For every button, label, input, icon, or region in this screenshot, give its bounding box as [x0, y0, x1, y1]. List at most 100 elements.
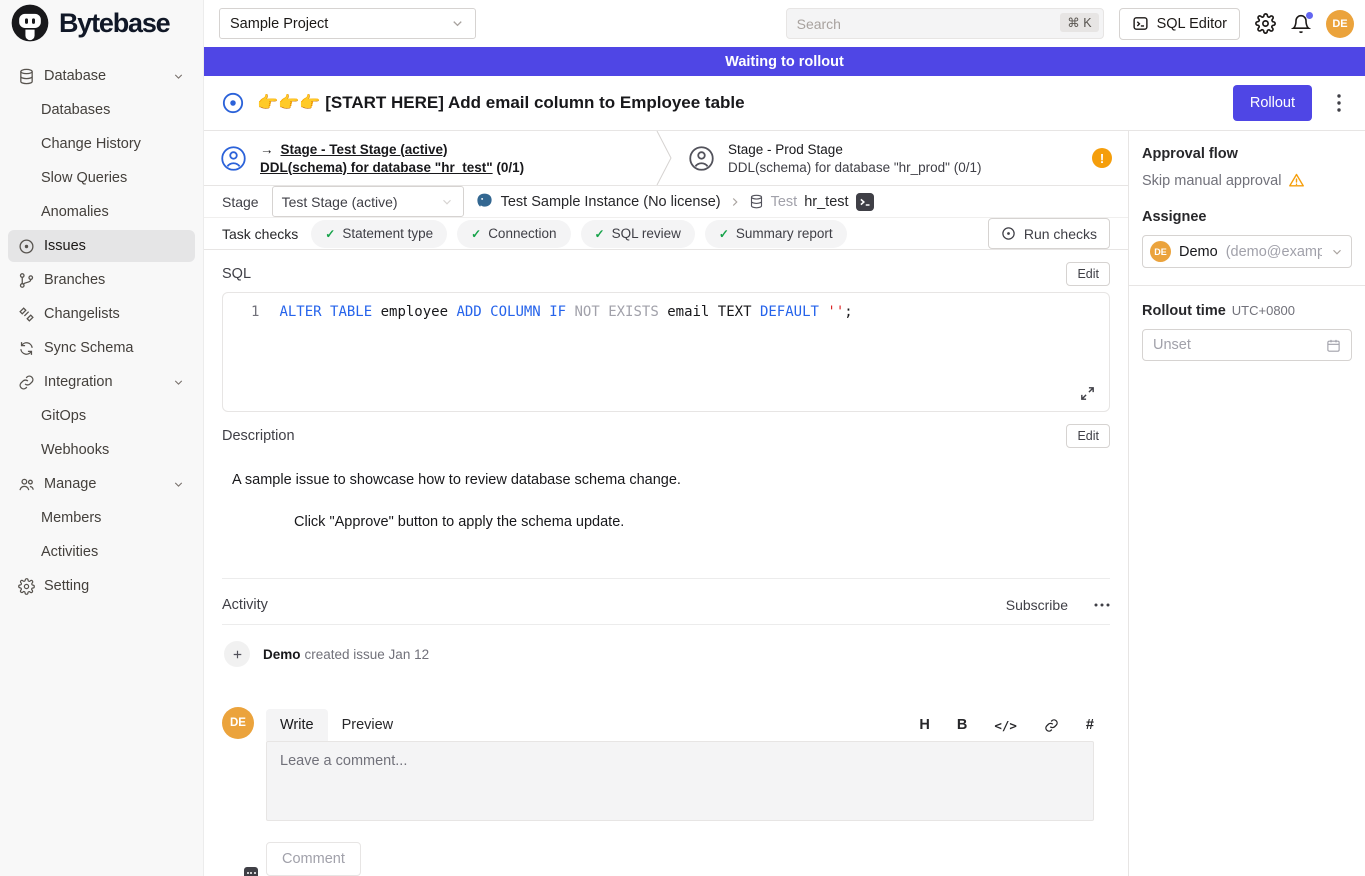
sql-editor-button[interactable]: SQL Editor [1119, 8, 1240, 40]
instance-link[interactable]: Test Sample Instance (No license) [501, 194, 721, 210]
hash-format-button[interactable]: # [1086, 717, 1094, 733]
circle-dot-icon [18, 238, 35, 255]
issue-title: 👉👉👉 [START HERE] Add email column to Emp… [257, 93, 1220, 113]
sql-section: SQL Edit 1ALTER TABLE employee ADD COLUM… [204, 250, 1128, 412]
check-statement-type[interactable]: ✓Statement type [311, 220, 447, 248]
sql-edit-button[interactable]: Edit [1066, 262, 1110, 286]
assignee-email: (demo@example [1226, 244, 1322, 260]
warning-triangle-icon [1288, 172, 1305, 189]
expand-icon[interactable] [1079, 385, 1096, 402]
subscribe-button[interactable]: Subscribe [1006, 597, 1068, 613]
assignee-label: Assignee [1142, 209, 1352, 225]
notification-dot [1306, 12, 1313, 19]
postgresql-icon [475, 192, 494, 211]
description-text: Click "Approve" button to apply the sche… [294, 514, 1110, 530]
assignee-name: Demo [1179, 244, 1218, 260]
chevron-down-icon [1330, 245, 1344, 259]
line-number: 1 [251, 304, 259, 320]
pencil-ruler-icon [18, 306, 35, 323]
rollout-button[interactable]: Rollout [1233, 85, 1312, 121]
activity-event: Democreated issue Jan 12 [224, 641, 1110, 667]
check-sql-review[interactable]: ✓SQL review [581, 220, 695, 248]
user-avatar[interactable]: DE [1326, 10, 1354, 38]
link-icon [18, 374, 35, 391]
event-actor: Demo [263, 647, 301, 662]
terminal-icon [1132, 15, 1149, 32]
brand-name: Bytebase [59, 8, 169, 39]
chevron-down-icon [172, 376, 185, 389]
calendar-icon [1326, 338, 1341, 353]
rollout-time-input[interactable]: Unset [1142, 329, 1352, 361]
person-circle-icon [220, 145, 247, 172]
person-circle-icon [688, 145, 715, 172]
sidebar-item-change-history[interactable]: Change History [8, 128, 195, 160]
open-in-sql-editor-icon[interactable] [856, 193, 874, 211]
environment-label: Test [771, 194, 798, 210]
search-input[interactable] [786, 8, 1104, 39]
description-text: A sample issue to showcase how to review… [232, 472, 1110, 488]
chevron-right-icon [728, 195, 742, 209]
approval-flow-value: Skip manual approval [1142, 173, 1281, 189]
issue-sidebar: Approval flow Skip manual approval Assig… [1128, 131, 1365, 876]
stage-separator [656, 131, 672, 185]
sidebar-item-integration[interactable]: Integration [8, 366, 195, 398]
tab-preview[interactable]: Preview [328, 709, 408, 741]
chevron-down-icon [172, 70, 185, 83]
gear-icon [18, 578, 35, 595]
timezone-label: UTC+0800 [1232, 303, 1295, 318]
sidebar-item-members[interactable]: Members [8, 502, 195, 534]
comment-submit-button[interactable]: Comment [266, 842, 361, 876]
description-edit-button[interactable]: Edit [1066, 424, 1110, 448]
tab-write[interactable]: Write [266, 709, 328, 741]
users-icon [18, 476, 35, 493]
check-connection[interactable]: ✓Connection [457, 220, 570, 248]
check-summary-report[interactable]: ✓Summary report [705, 220, 847, 248]
sidebar-item-issues[interactable]: Issues [8, 230, 195, 262]
sql-code-block[interactable]: 1ALTER TABLE employee ADD COLUMN IF NOT … [222, 292, 1110, 412]
sidebar-item-databases[interactable]: Databases [8, 94, 195, 126]
comment-input[interactable] [266, 741, 1094, 821]
sidebar-item-setting[interactable]: Setting [8, 570, 195, 602]
brand-logo[interactable]: Bytebase [0, 0, 203, 46]
more-options-icon[interactable] [1094, 603, 1110, 607]
kebab-menu-icon[interactable] [1337, 94, 1341, 112]
sidebar-item-activities[interactable]: Activities [8, 536, 195, 568]
stage-card-test[interactable]: →Stage - Test Stage (active) DDL(schema)… [204, 131, 656, 185]
sidebar-item-database[interactable]: Database [8, 60, 195, 92]
sync-icon [18, 340, 35, 357]
user-avatar: DE [222, 707, 254, 739]
search-shortcut: ⌘ K [1060, 13, 1098, 32]
sidebar-item-branches[interactable]: Branches [8, 264, 195, 296]
sidebar-item-gitops[interactable]: GitOps [8, 400, 195, 432]
link-format-button[interactable] [1044, 718, 1059, 733]
database-link[interactable]: hr_test [804, 194, 848, 210]
stage-card-prod[interactable]: Stage - Prod Stage DDL(schema) for datab… [672, 131, 1128, 185]
check-icon: ✓ [471, 227, 481, 241]
bold-format-button[interactable]: B [957, 717, 967, 733]
sidebar-item-anomalies[interactable]: Anomalies [8, 196, 195, 228]
sidebar-item-slow-queries[interactable]: Slow Queries [8, 162, 195, 194]
sidebar-item-webhooks[interactable]: Webhooks [8, 434, 195, 466]
task-checks-row: Task checks ✓Statement type ✓Connection … [204, 218, 1128, 250]
heading-format-button[interactable]: H [919, 717, 929, 733]
check-icon: ✓ [595, 227, 605, 241]
approval-flow-label: Approval flow [1142, 146, 1352, 162]
run-checks-button[interactable]: Run checks [988, 218, 1110, 249]
sidebar-item-manage[interactable]: Manage [8, 468, 195, 500]
assignee-select[interactable]: DE Demo (demo@example [1142, 235, 1352, 268]
chevron-down-icon [440, 195, 454, 209]
comment-editor: DE Write Preview H B </> # [222, 707, 1110, 876]
stage-select[interactable]: Test Stage (active) [272, 186, 464, 217]
sidebar-item-changelists[interactable]: Changelists [8, 298, 195, 330]
code-format-button[interactable]: </> [994, 718, 1017, 733]
sidebar-item-sync-schema[interactable]: Sync Schema [8, 332, 195, 364]
issue-detail: →Stage - Test Stage (active) DDL(schema)… [204, 131, 1128, 876]
check-icon: ✓ [719, 227, 729, 241]
sidebar: Bytebase Database Databases Change Histo… [0, 0, 204, 876]
settings-gear-button[interactable] [1255, 13, 1276, 34]
project-select[interactable]: Sample Project [219, 8, 476, 39]
description-section: Description Edit A sample issue to showc… [204, 412, 1128, 579]
activity-section: Activity Subscribe Democreated issue Jan… [204, 579, 1128, 876]
notifications-bell-button[interactable] [1291, 14, 1311, 34]
topbar: Sample Project ⌘ K SQL Editor DE [204, 0, 1365, 47]
